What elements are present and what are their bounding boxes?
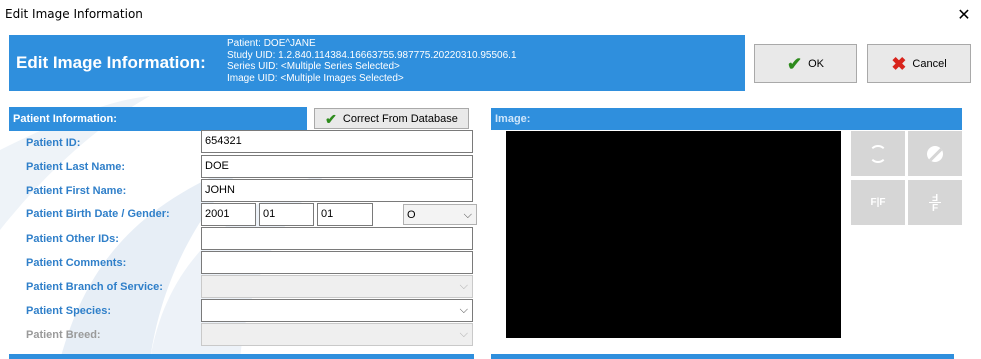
first-name-field[interactable]: JOHN: [201, 179, 473, 202]
flip-horizontal-icon: F|F: [870, 196, 886, 208]
correct-from-database-button[interactable]: ✔ Correct From Database: [314, 108, 469, 129]
image-section-title: Image:: [495, 113, 531, 125]
birth-year-field[interactable]: 2001: [201, 203, 256, 226]
patient-line: Patient: DOE^JANE: [227, 38, 316, 49]
breed-select: ⌵: [201, 323, 473, 346]
check-icon: ✔: [325, 110, 337, 127]
study-uid-line: Study UID: 1.2.840.114384.16663755.98777…: [227, 49, 517, 61]
image-section-header: Image:: [491, 108, 962, 130]
other-ids-field[interactable]: [201, 227, 473, 250]
patient-section-header: Patient Information:: [9, 107, 307, 131]
other-ids-label: Patient Other IDs:: [26, 233, 119, 245]
patient-id-field[interactable]: 654321: [201, 130, 473, 153]
chevron-down-icon: ⌵: [463, 209, 472, 221]
flip-vertical-top: F: [931, 191, 939, 202]
first-name-label: Patient First Name:: [26, 185, 127, 197]
chevron-down-icon: ⌵: [459, 328, 468, 340]
page-title: Edit Image Information:: [16, 53, 206, 72]
check-icon: ✔: [787, 53, 803, 74]
window-title: Edit Image Information: [5, 7, 143, 21]
ok-button[interactable]: ✔ OK: [754, 44, 857, 83]
birth-month-field[interactable]: 01: [259, 203, 314, 226]
invert-button[interactable]: [908, 131, 962, 176]
last-name-field[interactable]: DOE: [201, 155, 473, 178]
branch-label: Patient Branch of Service:: [26, 281, 163, 293]
chevron-down-icon: ⌵: [459, 280, 468, 292]
bottom-section-bar-right: [491, 354, 954, 359]
image-preview: [506, 131, 841, 338]
rotate-button[interactable]: [851, 131, 905, 176]
ok-label: OK: [808, 57, 824, 70]
gender-select[interactable]: O ⌵: [403, 204, 477, 225]
comments-label: Patient Comments:: [26, 257, 127, 269]
branch-select[interactable]: ⌵: [201, 275, 473, 298]
close-icon[interactable]: ✕: [947, 0, 981, 29]
patient-id-label: Patient ID:: [26, 137, 81, 149]
title-bar: Edit Image Information ✕: [0, 0, 981, 29]
gender-value: O: [407, 209, 416, 221]
invert-icon: [927, 145, 943, 162]
bottom-section-bar-left: [9, 354, 474, 359]
header-band: Edit Image Information: Patient: DOE^JAN…: [9, 35, 745, 91]
last-name-label: Patient Last Name:: [26, 161, 126, 173]
breed-label: Patient Breed:: [26, 329, 101, 341]
x-icon: ✖: [891, 53, 907, 74]
correct-from-database-label: Correct From Database: [342, 112, 458, 125]
rotate-icon: [869, 144, 887, 163]
flip-horizontal-button[interactable]: F|F: [851, 180, 905, 225]
patient-section-title: Patient Information:: [13, 113, 117, 125]
cancel-label: Cancel: [912, 57, 947, 70]
species-label: Patient Species:: [26, 305, 111, 317]
birth-day-field[interactable]: 01: [317, 203, 373, 226]
chevron-down-icon: ⌵: [459, 304, 468, 316]
image-uid-line: Image UID: <Multiple Images Selected>: [227, 72, 404, 84]
image-metadata: Patient: DOE^JANE Study UID: 1.2.840.114…: [227, 38, 517, 84]
species-select[interactable]: ⌵: [201, 299, 473, 322]
flip-vertical-bottom: F: [931, 203, 939, 214]
cancel-button[interactable]: ✖ Cancel: [867, 44, 971, 83]
comments-field[interactable]: [201, 251, 473, 274]
series-uid-line: Series UID: <Multiple Series Selected>: [227, 61, 400, 72]
birth-gender-label: Patient Birth Date / Gender:: [26, 208, 170, 220]
flip-vertical-button[interactable]: F F: [908, 180, 962, 225]
flip-vertical-icon: F F: [929, 191, 941, 214]
